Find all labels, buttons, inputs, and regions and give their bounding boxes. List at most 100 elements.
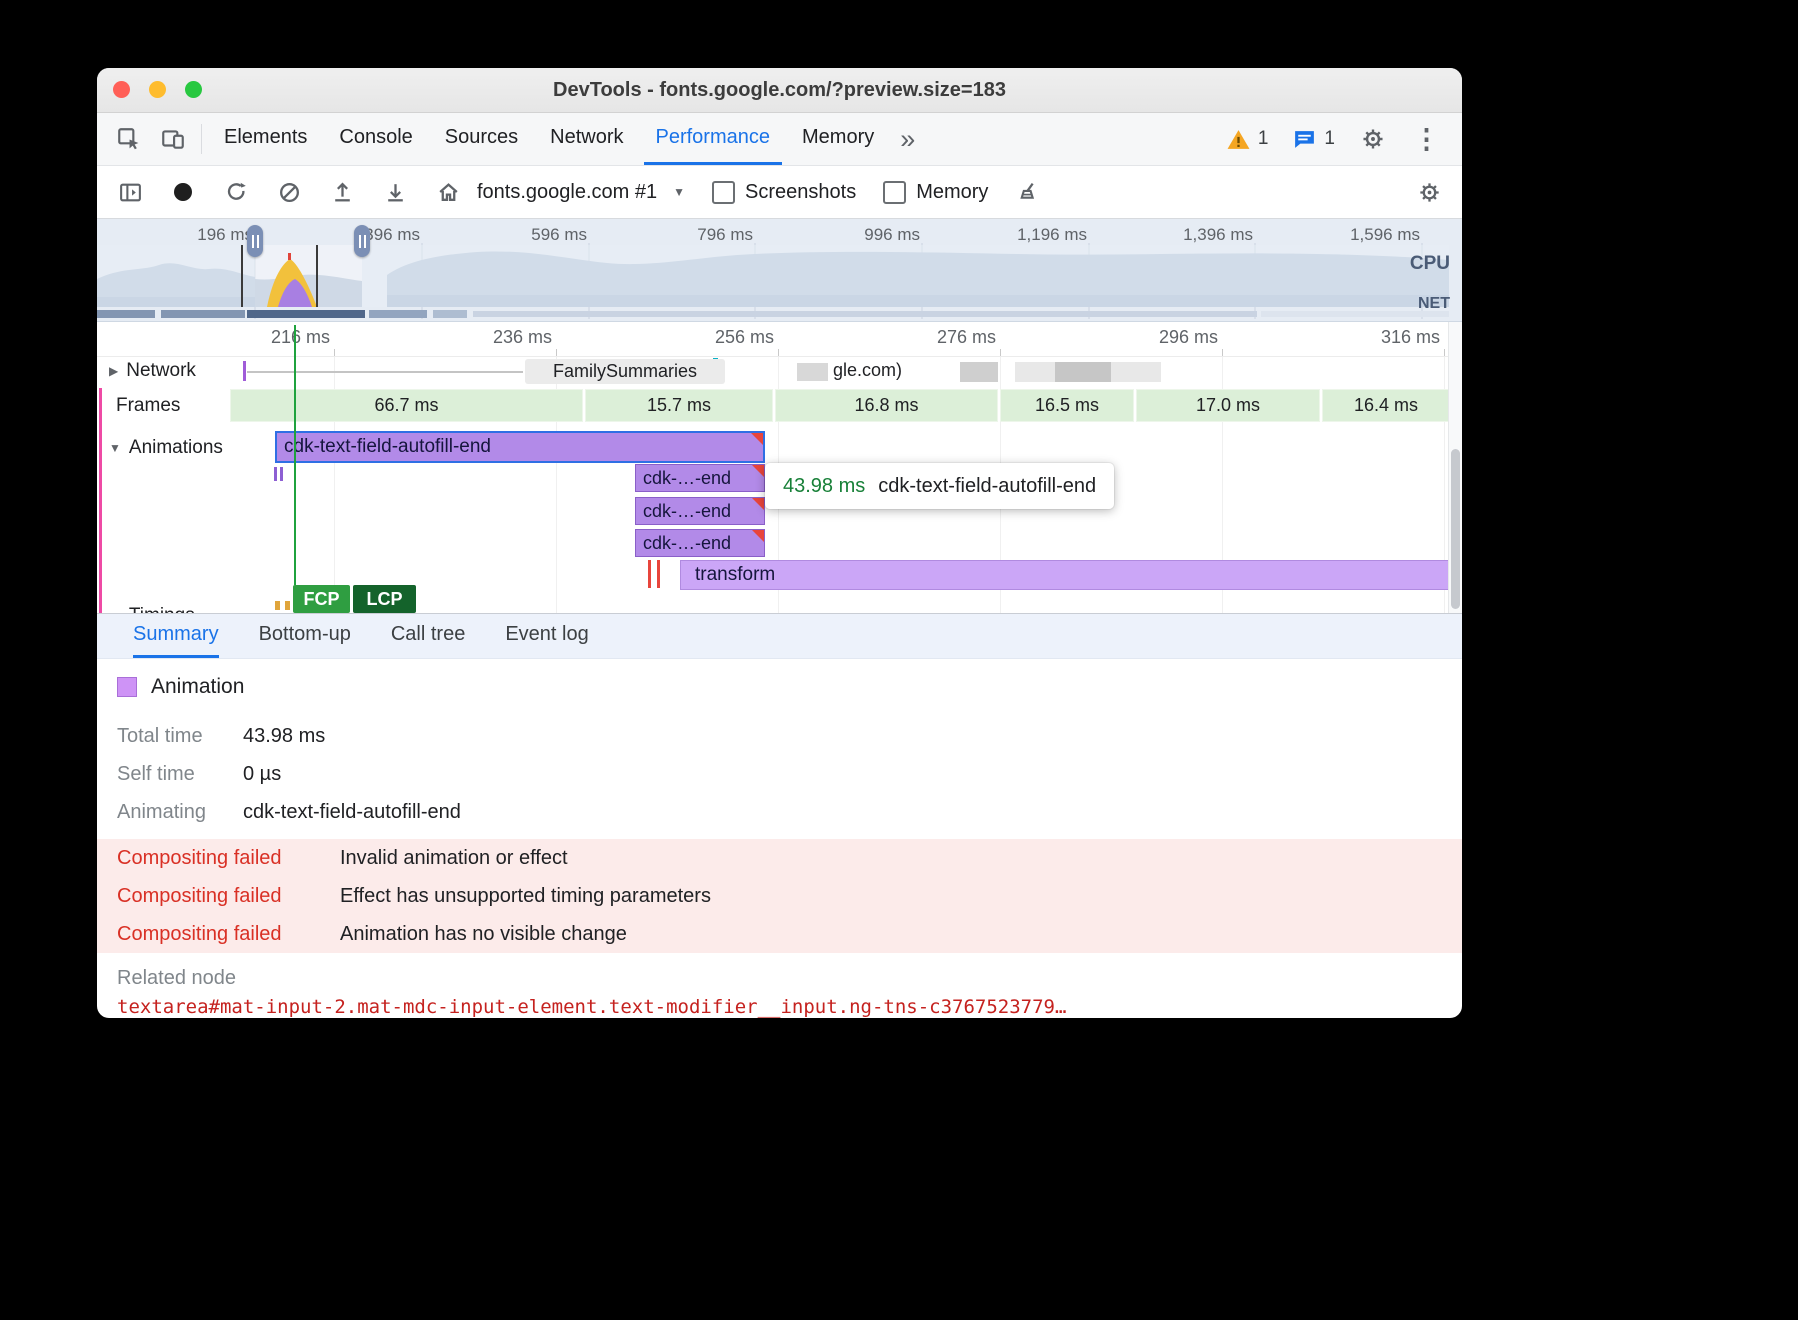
frame-cell[interactable]: 16.5 ms bbox=[1000, 389, 1134, 422]
animation-color-swatch bbox=[117, 677, 137, 697]
overview-time-label: 996 ms bbox=[828, 225, 920, 245]
screenshots-checkbox bbox=[712, 181, 735, 204]
divider bbox=[201, 124, 202, 154]
save-profile-icon[interactable] bbox=[382, 179, 408, 205]
total-time-value: 43.98 ms bbox=[243, 725, 1462, 748]
network-request-bar[interactable] bbox=[1015, 362, 1161, 382]
timings-track-header[interactable]: ▼ Timings bbox=[109, 605, 195, 613]
category-label: Animation bbox=[151, 675, 244, 699]
collapsed-arrow-icon: ▶ bbox=[109, 364, 118, 378]
scrollbar-thumb[interactable] bbox=[1451, 449, 1460, 609]
related-node-label: Related node bbox=[117, 967, 1462, 990]
toggle-sidebar-icon[interactable] bbox=[117, 179, 143, 205]
animations-track-header[interactable]: ▼ Animations bbox=[109, 437, 223, 459]
tab-network[interactable]: Network bbox=[538, 113, 635, 165]
animation-bar[interactable]: cdk-…-end bbox=[635, 464, 765, 492]
transform-bar-text: transform bbox=[695, 564, 775, 586]
animation-bar-selected[interactable]: cdk-text-field-autofill-end bbox=[275, 431, 765, 463]
memory-checkbox-group[interactable]: Memory bbox=[883, 181, 988, 204]
frame-cell[interactable]: 66.7 ms bbox=[230, 389, 583, 422]
ruler-tick bbox=[334, 349, 335, 356]
more-tabs-icon[interactable]: » bbox=[890, 113, 925, 165]
profile-selector[interactable]: fonts.google.com #1 ▼ bbox=[435, 179, 685, 205]
total-time-label: Total time bbox=[117, 725, 243, 748]
close-button[interactable] bbox=[113, 81, 130, 98]
record-and-reload-icon[interactable] bbox=[223, 179, 249, 205]
ruler-tick bbox=[556, 349, 557, 356]
animation-tick bbox=[280, 467, 283, 481]
ruler-tick-label: 216 ms bbox=[238, 327, 330, 348]
compositing-warning-row: Compositing failed Invalid animation or … bbox=[97, 839, 1462, 877]
animation-bar[interactable]: cdk-…-end bbox=[635, 497, 765, 525]
compositing-failed-reason: Effect has unsupported timing parameters bbox=[340, 885, 1462, 908]
related-node-link[interactable]: textarea#mat-input-2.mat-mdc-input-eleme… bbox=[117, 996, 1462, 1018]
frame-cell[interactable]: 16.8 ms bbox=[775, 389, 998, 422]
load-profile-icon[interactable] bbox=[329, 179, 355, 205]
ruler-tick-label: 296 ms bbox=[1126, 327, 1218, 348]
frame-cell[interactable]: 16.4 ms bbox=[1322, 389, 1450, 422]
tab-elements[interactable]: Elements bbox=[212, 113, 319, 165]
tab-performance[interactable]: Performance bbox=[644, 113, 783, 165]
network-request-partial[interactable]: gle.com) bbox=[833, 360, 902, 381]
warning-corner-icon bbox=[751, 464, 765, 478]
self-time-row: Self time 0 µs bbox=[117, 755, 1462, 793]
tooltip-name: cdk-text-field-autofill-end bbox=[878, 475, 1096, 498]
tab-memory[interactable]: Memory bbox=[790, 113, 886, 165]
animation-tooltip: 43.98 ms cdk-text-field-autofill-end bbox=[765, 463, 1114, 509]
network-track-label: Network bbox=[126, 360, 196, 382]
self-time-value: 0 µs bbox=[243, 763, 1462, 786]
inspect-element-icon[interactable] bbox=[107, 113, 151, 165]
network-request[interactable]: FamilySummaries bbox=[525, 359, 725, 384]
tab-bottom-up[interactable]: Bottom-up bbox=[259, 614, 351, 658]
record-icon[interactable] bbox=[170, 179, 196, 205]
warning-count: 1 bbox=[1258, 128, 1269, 150]
zoom-button[interactable] bbox=[185, 81, 202, 98]
warning-corner-icon bbox=[751, 497, 765, 511]
tab-summary[interactable]: Summary bbox=[133, 614, 219, 658]
tab-event-log[interactable]: Event log bbox=[505, 614, 588, 658]
window-title: DevTools - fonts.google.com/?preview.siz… bbox=[553, 79, 1006, 102]
screenshots-checkbox-group[interactable]: Screenshots bbox=[712, 181, 856, 204]
kebab-menu-icon[interactable]: ⋮ bbox=[1403, 124, 1450, 155]
warnings-counter[interactable]: 1 bbox=[1218, 127, 1277, 152]
minimize-button[interactable] bbox=[149, 81, 166, 98]
tab-call-tree[interactable]: Call tree bbox=[391, 614, 465, 658]
timeline-overview[interactable]: 196 ms 396 ms 596 ms 796 ms 996 ms 1,196… bbox=[97, 219, 1462, 322]
devtools-window: DevTools - fonts.google.com/?preview.siz… bbox=[97, 68, 1462, 1018]
garbage-collect-icon[interactable] bbox=[1015, 179, 1041, 205]
clear-icon[interactable] bbox=[276, 179, 302, 205]
overview-time-label: 596 ms bbox=[495, 225, 587, 245]
scrollbar-track[interactable] bbox=[1448, 322, 1462, 613]
tab-sources[interactable]: Sources bbox=[433, 113, 530, 165]
animating-row: Animating cdk-text-field-autofill-end bbox=[117, 793, 1462, 831]
settings-gear-icon[interactable] bbox=[1351, 126, 1395, 152]
animating-label: Animating bbox=[117, 801, 243, 824]
memory-label: Memory bbox=[916, 181, 988, 204]
ruler-tick bbox=[1444, 349, 1445, 356]
animating-value: cdk-text-field-autofill-end bbox=[243, 801, 1462, 824]
capture-settings-gear-icon[interactable] bbox=[1416, 179, 1442, 205]
warning-corner-icon bbox=[750, 432, 764, 446]
transform-animation-bar[interactable]: transform bbox=[680, 560, 1449, 590]
compositing-failed-label: Compositing failed bbox=[117, 923, 340, 946]
ruler-tick bbox=[1000, 349, 1001, 356]
tab-console[interactable]: Console bbox=[327, 113, 424, 165]
network-request-bar[interactable] bbox=[960, 362, 998, 382]
network-track-header[interactable]: ▶ Network bbox=[109, 360, 196, 382]
selection-handle-left[interactable] bbox=[247, 225, 263, 257]
ruler-tick-label: 236 ms bbox=[460, 327, 552, 348]
network-request-bar[interactable] bbox=[797, 363, 828, 381]
animation-bar[interactable]: cdk-…-end bbox=[635, 529, 765, 557]
category-row: Animation bbox=[117, 675, 1462, 699]
frame-cell[interactable]: 15.7 ms bbox=[585, 389, 773, 422]
overview-time-label: 1,396 ms bbox=[1161, 225, 1253, 245]
performance-toolbar: fonts.google.com #1 ▼ Screenshots Memory bbox=[97, 166, 1462, 219]
console-messages-counter[interactable]: 1 bbox=[1284, 127, 1343, 152]
compositing-warning-row: Compositing failed Effect has unsupporte… bbox=[97, 877, 1462, 915]
selection-handle-right[interactable] bbox=[354, 225, 370, 257]
summary-panel: Animation Total time 43.98 ms Self time … bbox=[97, 659, 1462, 1018]
frame-cell[interactable]: 17.0 ms bbox=[1136, 389, 1320, 422]
drawer-tabbar: Summary Bottom-up Call tree Event log bbox=[97, 613, 1462, 659]
compositing-failed-reason: Invalid animation or effect bbox=[340, 847, 1462, 870]
device-toolbar-icon[interactable] bbox=[151, 113, 195, 165]
